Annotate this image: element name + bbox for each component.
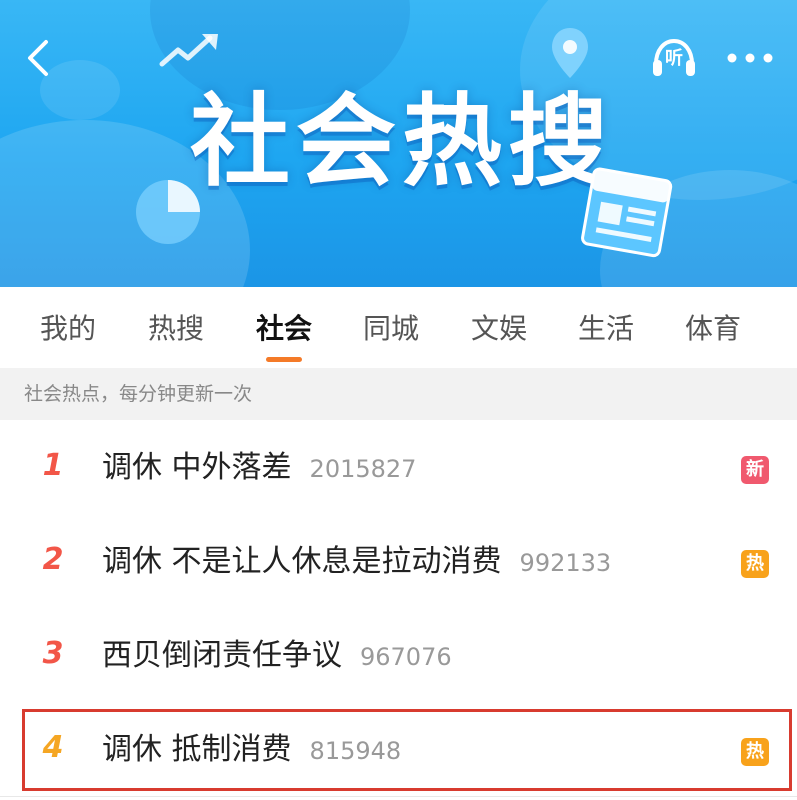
hot-search-list: 1 调休 中外落差 2015827 新 2 调休 不是让人休息是拉动消费 99213…: [0, 420, 797, 800]
tab-society[interactable]: 社会: [256, 309, 312, 349]
heat-count: 2015827: [309, 455, 417, 483]
rank-number: 1: [42, 448, 64, 483]
heat-count: 992133: [519, 549, 612, 577]
topic-title-line: 西贝倒闭责任争议 967076: [102, 634, 452, 678]
topic-title-line: 调休 抵制消费 815948: [102, 728, 401, 772]
back-button[interactable]: [18, 36, 58, 80]
tab-life[interactable]: 生活: [578, 309, 634, 349]
subheader-text: 社会热点，每分钟更新一次: [24, 383, 253, 405]
rank-number: 4: [42, 730, 64, 765]
trend-arrow-icon: [159, 34, 218, 67]
tab-entertainment[interactable]: 文娱: [471, 309, 527, 349]
tab-sports[interactable]: 体育: [685, 309, 741, 349]
active-tab-indicator: [266, 357, 302, 362]
category-tabs: 我的 热搜 社会 同城 文娱 生活 体育: [0, 287, 797, 367]
rank-number: 2: [42, 542, 64, 577]
list-item[interactable]: 4 调休 抵制消费 815948 热: [0, 702, 797, 797]
news-newspaper-icon: [581, 167, 673, 258]
topic-title: 调休 中外落差: [102, 450, 292, 485]
heat-count: 815948: [309, 737, 402, 765]
banner-title: 社会热搜: [190, 83, 614, 200]
header-banner: 听 社会热搜: [0, 0, 797, 287]
heat-count: 967076: [360, 643, 452, 671]
list-item[interactable]: 2 调休 不是让人休息是拉动消费 992133 热: [0, 514, 797, 609]
more-dots-icon: [727, 53, 773, 63]
topic-title: 调休 不是让人休息是拉动消费: [102, 544, 502, 579]
topic-title: 调休 抵制消费: [102, 732, 292, 767]
hot-badge: 热: [741, 550, 769, 578]
tab-hot-search[interactable]: 热搜: [148, 309, 204, 349]
section-subheader: 社会热点，每分钟更新一次: [0, 368, 797, 420]
topic-title-line: 调休 中外落差 2015827: [102, 446, 416, 490]
hot-badge: 热: [741, 738, 769, 766]
rank-number: 3: [42, 636, 64, 671]
chevron-left-icon: [28, 40, 48, 76]
new-badge: 新: [741, 456, 769, 484]
list-item[interactable]: 1 调休 中外落差 2015827 新: [0, 420, 797, 515]
list-item[interactable]: 3 西贝倒闭责任争议 967076: [0, 608, 797, 703]
topic-title: 西贝倒闭责任争议: [102, 638, 342, 673]
location-pin-icon: [552, 28, 588, 78]
topic-title-line: 调休 不是让人休息是拉动消费 992133: [102, 540, 611, 584]
hot-search-page: 听 社会热搜 我的 热搜 社会 同城 文娱 生活 体育 社会热点，每分钟更新一次…: [0, 0, 797, 800]
more-button[interactable]: [722, 36, 778, 80]
tab-local[interactable]: 同城: [363, 309, 419, 349]
listen-button[interactable]: 听: [650, 36, 698, 80]
tab-mine[interactable]: 我的: [40, 309, 96, 349]
listen-label: 听: [665, 48, 683, 69]
